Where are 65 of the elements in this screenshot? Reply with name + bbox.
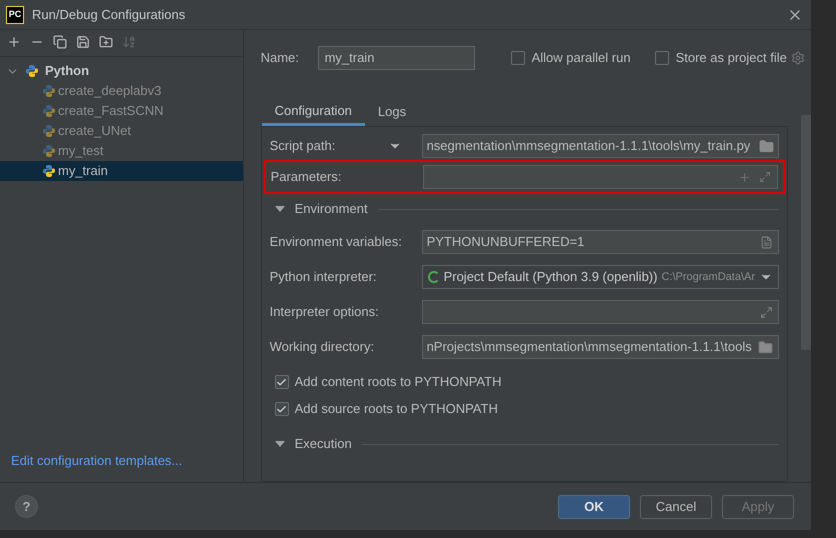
- interpreter-path: C:\ProgramData\Ar: [661, 270, 755, 285]
- field-value: Project Default (Python 3.9 (openlib)): [444, 268, 658, 286]
- name-field[interactable]: my_train: [318, 46, 475, 70]
- expand-icon[interactable]: [760, 306, 773, 318]
- checkbox[interactable]: [274, 402, 289, 416]
- tree-item[interactable]: create_deeplabv3: [0, 81, 243, 101]
- folder-icon[interactable]: [759, 138, 774, 154]
- checkbox-label: Add content roots to PYTHONPATH: [294, 373, 502, 392]
- tab[interactable]: Logs: [364, 98, 420, 126]
- field-label: Python interpreter:: [270, 268, 378, 286]
- check-icon: [276, 376, 288, 388]
- checkbox[interactable]: [654, 51, 669, 65]
- field-label: Script path:: [270, 137, 336, 156]
- python-icon: [42, 144, 56, 158]
- interpreter-dropdown[interactable]: Project Default (Python 3.9 (openlib)) C:\ProgramData\Ar: [422, 265, 779, 289]
- checkbox[interactable]: [274, 375, 289, 389]
- script-path-field[interactable]: nsegmentation\mmsegmentation-1.1.1\tools\my_train.py: [422, 134, 779, 158]
- plus-icon[interactable]: [738, 170, 751, 184]
- field-value: nsegmentation\mmsegmentation-1.1.1\tools\my_train.py: [426, 137, 752, 156]
- text-field[interactable]: nProjects\mmsegmentation\mmsegmentation-1.1.1\tools: [422, 335, 779, 359]
- field-label: Working directory:: [270, 338, 376, 356]
- checkbox-label: Add source roots to PYTHONPATH: [294, 400, 498, 418]
- field-label: Interpreter options:: [270, 303, 380, 322]
- save-icon[interactable]: [76, 35, 90, 49]
- app-logo: PC: [6, 6, 24, 24]
- expand-icon[interactable]: [759, 171, 771, 183]
- triangle-icon[interactable]: [274, 441, 285, 447]
- tab[interactable]: Configuration: [262, 98, 365, 126]
- checkbox-label: Allow parallel run: [532, 49, 631, 68]
- checkbox[interactable]: [510, 51, 525, 65]
- python-icon: [25, 64, 39, 78]
- dialog-button[interactable]: Cancel: [640, 494, 712, 518]
- tree-item[interactable]: Python: [0, 61, 243, 81]
- tree-item[interactable]: create_UNet: [0, 121, 243, 141]
- window-title: Run/Debug Configurations: [32, 6, 186, 24]
- name-label: Name:: [260, 49, 300, 68]
- tree-item[interactable]: my_train: [0, 161, 243, 181]
- document-icon[interactable]: [760, 236, 773, 248]
- checkbox-label: Store as project file: [676, 49, 787, 68]
- settings-icon[interactable]: [790, 51, 805, 65]
- text-field[interactable]: [422, 300, 779, 324]
- parameters-field[interactable]: [422, 165, 778, 189]
- python-icon: [42, 84, 56, 98]
- section-title: Environment: [294, 200, 368, 218]
- folder-icon[interactable]: [758, 340, 773, 354]
- help-button[interactable]: ?: [15, 495, 38, 518]
- add-icon[interactable]: [7, 35, 21, 49]
- field-label: Parameters:: [270, 168, 342, 186]
- field-value: PYTHONUNBUFFERED=1: [426, 233, 586, 252]
- templates-link[interactable]: Edit configuration templates...: [0, 450, 243, 470]
- text-field[interactable]: PYTHONUNBUFFERED=1: [422, 230, 779, 254]
- folder-plus-icon[interactable]: [99, 35, 113, 49]
- spinner-icon: [428, 271, 440, 283]
- dialog-button[interactable]: OK: [558, 494, 630, 518]
- section-title: Execution: [294, 435, 352, 454]
- field-value: nProjects\mmsegmentation\mmsegmentation-1.1.1\tools: [426, 338, 753, 356]
- python-icon: [42, 124, 56, 138]
- check-icon: [276, 404, 288, 414]
- field-label: Environment variables:: [270, 233, 403, 252]
- python-icon: [42, 104, 56, 118]
- tree-item[interactable]: create_FastSCNN: [0, 101, 243, 121]
- tree-item[interactable]: my_test: [0, 141, 243, 161]
- copy-icon[interactable]: [53, 35, 67, 49]
- python-icon: [42, 164, 56, 178]
- triangle-icon[interactable]: [274, 206, 285, 212]
